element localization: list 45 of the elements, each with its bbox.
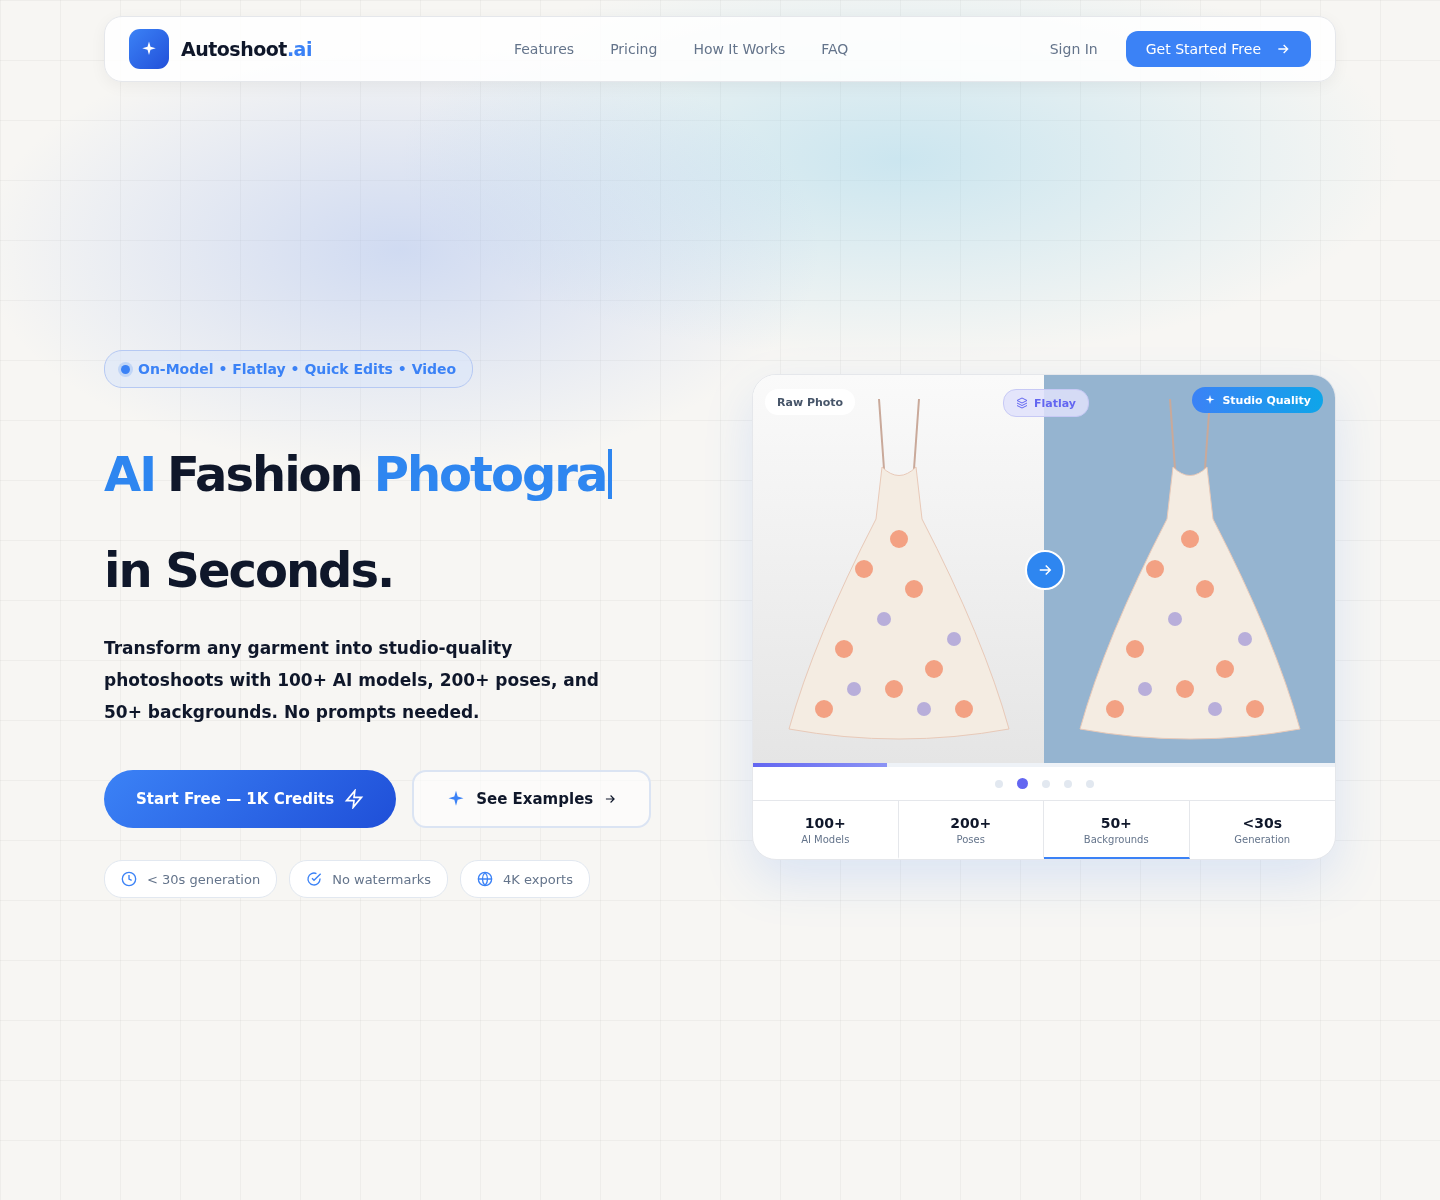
stat-value: <30s: [1242, 815, 1282, 831]
stat-tile[interactable]: 200+ Poses: [898, 801, 1044, 859]
stat-tile[interactable]: 50+ Backgrounds: [1044, 801, 1190, 859]
feature-chip: No watermarks: [289, 860, 449, 898]
feature-badge: On-Model • Flatlay • Quick Edits • Video: [104, 350, 474, 388]
stat-label: Generation: [1234, 834, 1291, 845]
raw-photo-label: Raw Photo: [765, 389, 856, 415]
stat-value: 50+: [1100, 815, 1132, 831]
headline-word: Fashion: [167, 445, 362, 504]
nav-link[interactable]: Pricing: [610, 41, 658, 57]
globe-icon: [477, 871, 494, 887]
brand-name[interactable]: Autoshoot.ai: [181, 38, 312, 60]
nav-link[interactable]: FAQ: [821, 41, 849, 57]
headline-line: in Seconds.: [104, 541, 394, 600]
stat-tile[interactable]: 100+ AI Models: [753, 801, 899, 859]
lightning-icon: [344, 789, 365, 809]
check-circle-icon: [306, 871, 323, 887]
layers-icon: [1016, 397, 1028, 409]
feature-chip: 4K exports: [460, 860, 590, 898]
carousel-dot[interactable]: [1063, 779, 1072, 788]
hero-description: Transform any garment into studio-quality photoshoots with 100+ AI models, 200+ poses, and 50+ backgrounds. No prompts needed.: [104, 637, 601, 724]
carousel-dot[interactable]: [1085, 779, 1094, 788]
nav-link[interactable]: How It Works: [693, 41, 786, 57]
start-free-button[interactable]: Start Free — 1K Credits: [104, 770, 397, 828]
carousel-dot[interactable]: [994, 779, 1003, 788]
sign-in-link[interactable]: Sign In: [1049, 41, 1098, 57]
stat-label: AI Models: [801, 834, 850, 845]
headline-word: AI: [104, 445, 155, 504]
clock-icon: [121, 871, 137, 887]
studio-quality-label: Studio Quality: [1192, 387, 1323, 413]
stat-value: 100+: [804, 815, 846, 831]
see-examples-button[interactable]: See Examples: [412, 770, 652, 828]
stat-tile[interactable]: <30s Generation: [1189, 801, 1335, 859]
typing-caret: [608, 449, 613, 499]
carousel-dot[interactable]: [1041, 779, 1050, 788]
nav-link[interactable]: Features: [513, 41, 575, 57]
stat-label: Backgrounds: [1083, 834, 1149, 845]
stat-label: Poses: [956, 834, 985, 845]
stat-value: 200+: [950, 815, 992, 831]
feature-chip: < 30s generation: [104, 860, 278, 898]
carousel-dot[interactable]: [1016, 778, 1028, 789]
get-started-button[interactable]: Get Started Free: [1125, 31, 1311, 67]
flatlay-label: Flatlay: [1003, 389, 1089, 417]
logo-icon[interactable]: [129, 29, 169, 69]
headline-word: Photogra: [373, 445, 607, 504]
